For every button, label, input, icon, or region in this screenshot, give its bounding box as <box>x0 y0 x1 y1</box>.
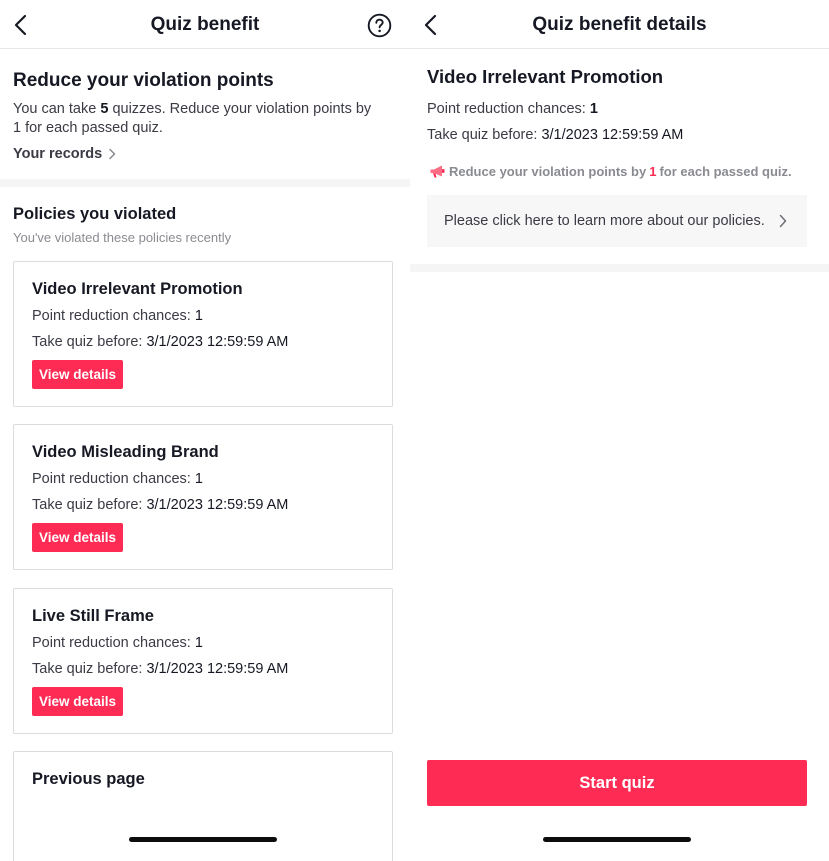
policy-card: Video Misleading Brand Point reduction c… <box>13 424 393 570</box>
policy-title: Video Irrelevant Promotion <box>427 66 664 87</box>
point-reduction-chances: Point reduction chances: 1 <box>32 308 203 324</box>
policy-card: Video Irrelevant Promotion Point reducti… <box>13 261 393 407</box>
quiz-details-header: Quiz benefit details <box>410 0 829 49</box>
quiz-benefit-details-screen: Quiz benefit details Video Irrelevant Pr… <box>410 0 829 861</box>
policies-section-subtitle: You've violated these policies recently <box>13 230 232 245</box>
learn-more-policies-link[interactable]: Please click here to learn more about ou… <box>427 195 807 247</box>
policy-card-title: Live Still Frame <box>32 607 154 625</box>
your-records-label: Your records <box>13 146 103 162</box>
point-reduction-chances: Point reduction chances: 1 <box>427 101 598 117</box>
policy-card-title: Video Irrelevant Promotion <box>32 280 243 298</box>
quiz-benefit-screen: Quiz benefit Reduce your violation point… <box>0 0 410 861</box>
quiz-deadline: Take quiz before: 3/1/2023 12:59:59 AM <box>32 661 289 677</box>
view-details-button[interactable]: View details <box>32 687 124 716</box>
view-details-button[interactable]: View details <box>32 523 124 552</box>
previous-page-card[interactable]: Previous page <box>13 751 393 861</box>
quiz-deadline: Take quiz before: 3/1/2023 12:59:59 AM <box>32 497 289 513</box>
policy-card-title: Video Misleading Brand <box>32 443 219 461</box>
section-divider <box>0 179 410 187</box>
view-details-button[interactable]: View details <box>32 360 124 389</box>
start-quiz-button[interactable]: Start quiz <box>427 760 807 806</box>
reduce-notice: Reduce your violation points by 1 for ea… <box>429 164 792 179</box>
policy-card: Live Still Frame Point reduction chances… <box>13 588 393 734</box>
chevron-right-icon <box>109 148 116 160</box>
reduce-points-description: You can take 5 quizzes. Reduce your viol… <box>13 101 372 136</box>
point-reduction-chances: Point reduction chances: 1 <box>32 635 203 651</box>
quiz-deadline: Take quiz before: 3/1/2023 12:59:59 AM <box>427 127 684 143</box>
chevron-right-icon <box>779 214 787 228</box>
reduce-points-title: Reduce your violation points <box>13 70 274 91</box>
megaphone-icon <box>430 165 445 178</box>
policies-section-title: Policies you violated <box>13 205 177 223</box>
page-title: Quiz benefit <box>150 14 260 35</box>
question-circle-icon[interactable] <box>367 13 392 38</box>
quiz-deadline: Take quiz before: 3/1/2023 12:59:59 AM <box>32 334 289 350</box>
home-indicator <box>129 837 277 842</box>
quiz-benefit-header: Quiz benefit <box>0 0 410 49</box>
learn-more-policies-label: Please click here to learn more about ou… <box>444 213 765 229</box>
page-title: Quiz benefit details <box>532 14 707 35</box>
point-reduction-chances: Point reduction chances: 1 <box>32 471 203 487</box>
your-records-link[interactable]: Your records <box>13 146 116 162</box>
home-indicator <box>543 837 691 842</box>
section-divider <box>410 264 829 272</box>
previous-page-label: Previous page <box>32 770 145 788</box>
